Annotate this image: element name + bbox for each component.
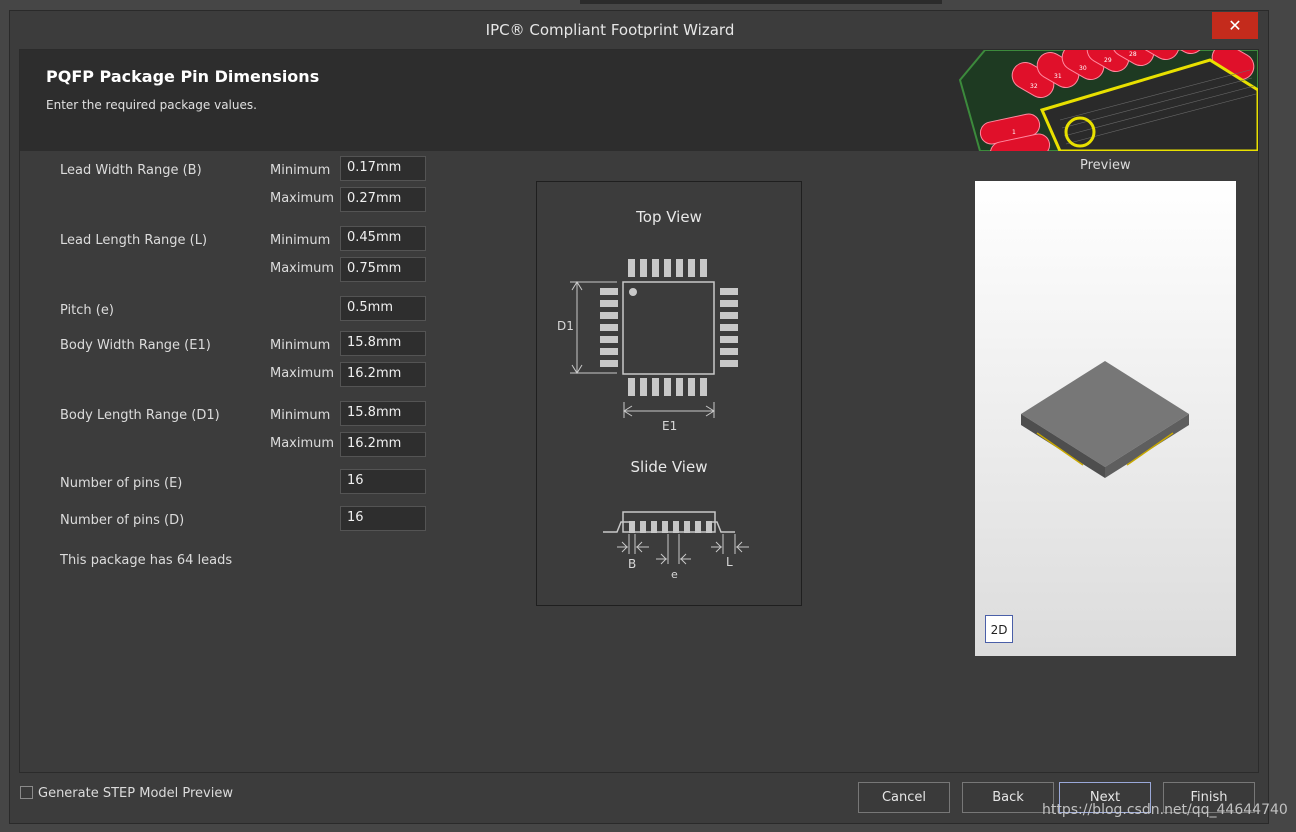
lead-length-max-label: Maximum [270, 261, 335, 276]
body-width-label: Body Width Range (E1) [60, 338, 211, 353]
body-length-max-input[interactable]: 16.2mm [340, 432, 426, 457]
3d-preview-viewport[interactable]: 2D [975, 181, 1236, 656]
lead-width-min-input[interactable]: 0.17mm [340, 156, 426, 181]
pins-d-input[interactable]: 16 [340, 506, 426, 531]
lead-width-max-input[interactable]: 0.27mm [340, 187, 426, 212]
cancel-button[interactable]: Cancel [858, 782, 950, 813]
lead-length-label: Lead Length Range (L) [60, 233, 208, 248]
lead-width-min-label: Minimum [270, 163, 331, 178]
lead-length-min-input[interactable]: 0.45mm [340, 226, 426, 251]
svg-text:31: 31 [1054, 73, 1062, 80]
pins-d-label: Number of pins (D) [60, 513, 185, 528]
body-length-label: Body Length Range (D1) [60, 408, 220, 423]
background-window-edge [580, 0, 942, 4]
pcb-header-image: 32 31 30 29 28 27 26 1 [958, 50, 1258, 151]
leads-count-note: This package has 64 leads [60, 553, 233, 568]
package-3d-model [1021, 361, 1189, 478]
svg-text:27: 27 [1154, 50, 1162, 52]
body-width-max-input[interactable]: 16.2mm [340, 362, 426, 387]
top-view-title: Top View [636, 208, 702, 226]
pins-e-input[interactable]: 16 [340, 469, 426, 494]
wizard-page: PQFP Package Pin Dimensions Enter the re… [19, 49, 1259, 773]
svg-text:L: L [726, 555, 733, 569]
close-button[interactable]: ✕ [1212, 12, 1258, 39]
lead-width-label: Lead Width Range (B) [60, 163, 202, 178]
lead-length-max-input[interactable]: 0.75mm [340, 257, 426, 282]
watermark-text: https://blog.csdn.net/qq_44644740 [1042, 802, 1288, 818]
generate-step-label[interactable]: Generate STEP Model Preview [38, 786, 233, 801]
body-width-min-input[interactable]: 15.8mm [340, 331, 426, 356]
body-width-min-label: Minimum [270, 338, 331, 353]
back-button[interactable]: Back [962, 782, 1054, 813]
svg-text:D1: D1 [557, 319, 574, 333]
side-view-title: Slide View [630, 458, 708, 476]
body-length-min-input[interactable]: 15.8mm [340, 401, 426, 426]
title-bar[interactable]: IPC® Compliant Footprint Wizard ✕ [10, 11, 1268, 49]
svg-text:e: e [671, 568, 678, 581]
svg-text:E1: E1 [662, 419, 677, 433]
svg-text:32: 32 [1030, 83, 1038, 90]
preview-label: Preview [1080, 158, 1131, 173]
svg-text:B: B [628, 557, 636, 571]
pitch-label: Pitch (e) [60, 303, 114, 318]
body-length-min-label: Minimum [270, 408, 331, 423]
wizard-window: IPC® Compliant Footprint Wizard ✕ PQFP P… [9, 10, 1269, 824]
body-length-max-label: Maximum [270, 436, 335, 451]
lead-width-max-label: Maximum [270, 191, 335, 206]
generate-step-checkbox[interactable] [20, 786, 33, 799]
top-view-drawing: D1 E1 [557, 259, 738, 433]
dimension-diagram: Top View D1 E1 Slide View B e L [536, 181, 802, 606]
toggle-2d-button[interactable]: 2D [985, 615, 1013, 643]
svg-text:1: 1 [1012, 129, 1016, 136]
page-title: PQFP Package Pin Dimensions [46, 67, 320, 86]
page-subtitle: Enter the required package values. [46, 98, 257, 112]
side-view-drawing: B e L [603, 511, 749, 581]
svg-text:29: 29 [1104, 57, 1112, 64]
pitch-input[interactable]: 0.5mm [340, 296, 426, 321]
lead-length-min-label: Minimum [270, 233, 331, 248]
svg-text:28: 28 [1129, 51, 1137, 58]
body-width-max-label: Maximum [270, 366, 335, 381]
pins-e-label: Number of pins (E) [60, 476, 183, 491]
window-title: IPC® Compliant Footprint Wizard [485, 21, 735, 39]
page-header: PQFP Package Pin Dimensions Enter the re… [20, 50, 1258, 151]
svg-text:30: 30 [1079, 65, 1087, 72]
